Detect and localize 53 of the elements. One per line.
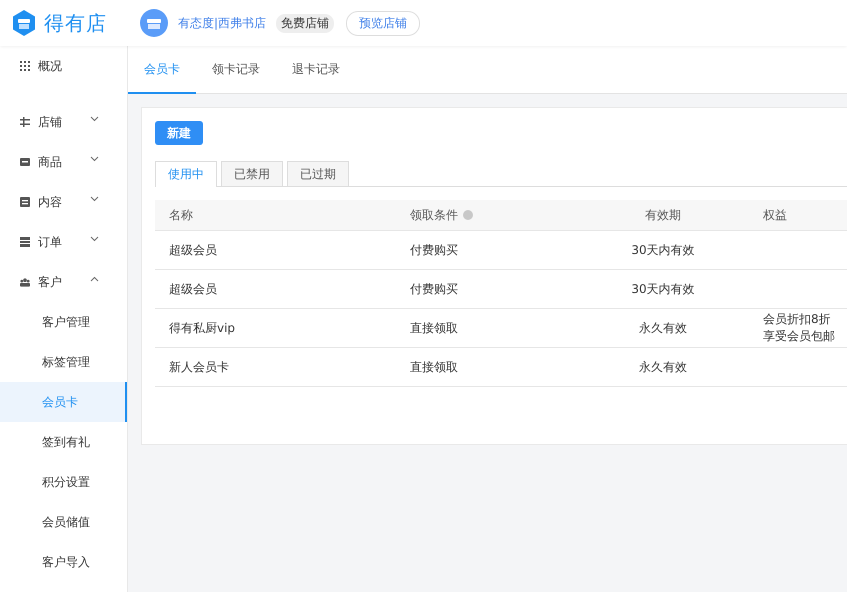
table-cell: 得有私厨vip: [169, 320, 236, 336]
column-header: 有效期: [645, 206, 681, 224]
plan-badge: 免费店铺: [276, 14, 334, 32]
sidebar-subitem[interactable]: 标签管理: [0, 342, 127, 382]
list-icon: [20, 237, 30, 247]
column-header: 名称: [169, 206, 193, 224]
sidebar-item[interactable]: 概况: [0, 46, 127, 86]
column-header: 权益: [763, 206, 787, 224]
store-icon: [140, 9, 168, 37]
table-cell: 超级会员: [169, 280, 217, 298]
sidebar-label: 客户: [38, 274, 62, 290]
table-cell: 付费购买: [410, 242, 458, 258]
sidebar-subitem[interactable]: 客户导入: [0, 542, 127, 582]
table-cell: 超级会员: [169, 242, 217, 258]
table-cell: 永久有效: [639, 358, 687, 376]
table-cell: 付费购买: [410, 280, 458, 298]
table-cell: 享受会员包邮: [763, 328, 835, 345]
table-cell: 30天内有效: [631, 280, 695, 298]
sidebar-label: 内容: [38, 194, 62, 210]
column-header: 领取条件: [410, 206, 458, 224]
sidebar-item[interactable]: 商品: [0, 142, 127, 182]
grid-icon: [20, 61, 30, 71]
sidebar-item[interactable]: 订单: [0, 222, 127, 262]
tab[interactable]: 领卡记录: [196, 46, 276, 94]
status-tab[interactable]: 已过期: [287, 161, 349, 186]
sliders-icon: [20, 117, 30, 127]
sidebar-item[interactable]: 内容: [0, 182, 127, 222]
sidebar-subitem[interactable]: 签到有礼: [0, 422, 127, 462]
sidebar-subitem[interactable]: 会员储值: [0, 502, 127, 542]
logo-icon: [12, 10, 36, 36]
box-icon: [20, 157, 30, 167]
table-cell: 会员折扣8折: [763, 311, 831, 328]
sidebar-label: 商品: [38, 154, 62, 170]
help-icon: [463, 210, 473, 220]
sidebar-item[interactable]: 店铺: [0, 102, 127, 142]
sidebar-label: 店铺: [38, 114, 62, 130]
table-cell: 永久有效: [639, 320, 687, 336]
sidebar-label: 概况: [38, 58, 62, 74]
document-icon: [20, 197, 30, 207]
status-tab[interactable]: 已禁用: [221, 161, 283, 186]
table-cell: 直接领取: [410, 320, 458, 336]
table-cell: 30天内有效: [631, 242, 695, 258]
sidebar-item[interactable]: 客户: [0, 262, 127, 302]
table-cell: 直接领取: [410, 358, 458, 376]
sidebar-subitem[interactable]: 客户管理: [0, 302, 127, 342]
table-cell: 新人会员卡: [169, 358, 229, 376]
preview-button[interactable]: 预览店铺: [346, 10, 420, 36]
people-icon: [20, 278, 30, 286]
brand-name: 得有店: [44, 10, 107, 36]
sidebar-label: 订单: [38, 234, 62, 250]
sidebar-subitem[interactable]: 积分设置: [0, 462, 127, 502]
tab[interactable]: 退卡记录: [276, 46, 356, 94]
shop-name: 有态度|西弗书店: [178, 14, 266, 32]
